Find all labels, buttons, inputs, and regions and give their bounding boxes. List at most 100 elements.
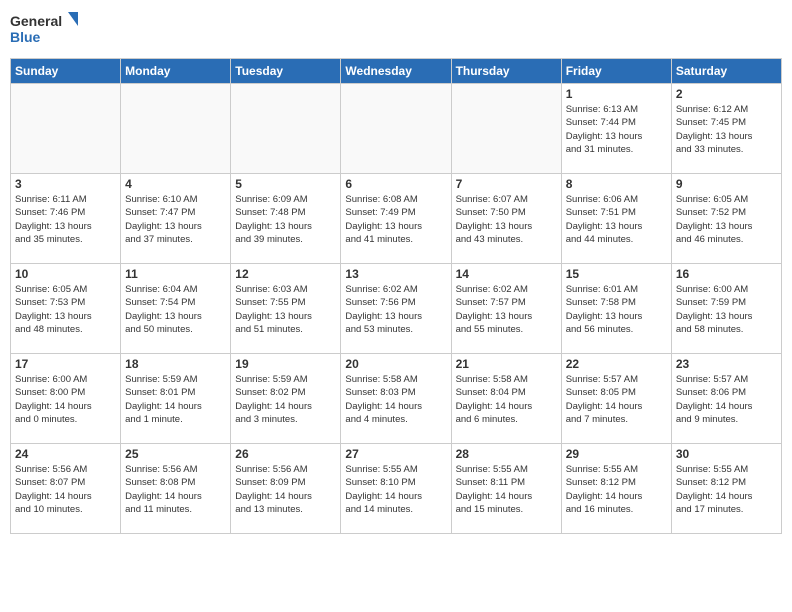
calendar-cell: 17 Sunrise: 6:00 AM Sunset: 8:00 PM Dayli… bbox=[11, 354, 121, 444]
calendar-cell: 6 Sunrise: 6:08 AM Sunset: 7:49 PM Daylig… bbox=[341, 174, 451, 264]
calendar-cell: 22 Sunrise: 5:57 AM Sunset: 8:05 PM Dayli… bbox=[561, 354, 671, 444]
day-number: 12 bbox=[235, 267, 336, 281]
day-number: 26 bbox=[235, 447, 336, 461]
day-number: 18 bbox=[125, 357, 226, 371]
day-info: Sunrise: 6:02 AM Sunset: 7:56 PM Dayligh… bbox=[345, 283, 446, 336]
day-info: Sunrise: 6:05 AM Sunset: 7:53 PM Dayligh… bbox=[15, 283, 116, 336]
day-info: Sunrise: 6:02 AM Sunset: 7:57 PM Dayligh… bbox=[456, 283, 557, 336]
day-info: Sunrise: 6:00 AM Sunset: 8:00 PM Dayligh… bbox=[15, 373, 116, 426]
day-number: 6 bbox=[345, 177, 446, 191]
calendar-cell: 16 Sunrise: 6:00 AM Sunset: 7:59 PM Dayli… bbox=[671, 264, 781, 354]
day-info: Sunrise: 5:56 AM Sunset: 8:08 PM Dayligh… bbox=[125, 463, 226, 516]
day-info: Sunrise: 5:56 AM Sunset: 8:09 PM Dayligh… bbox=[235, 463, 336, 516]
day-number: 1 bbox=[566, 87, 667, 101]
day-info: Sunrise: 6:00 AM Sunset: 7:59 PM Dayligh… bbox=[676, 283, 777, 336]
day-info: Sunrise: 6:10 AM Sunset: 7:47 PM Dayligh… bbox=[125, 193, 226, 246]
day-number: 17 bbox=[15, 357, 116, 371]
day-info: Sunrise: 5:58 AM Sunset: 8:04 PM Dayligh… bbox=[456, 373, 557, 426]
day-number: 24 bbox=[15, 447, 116, 461]
day-number: 5 bbox=[235, 177, 336, 191]
calendar-cell: 2 Sunrise: 6:12 AM Sunset: 7:45 PM Daylig… bbox=[671, 84, 781, 174]
calendar-cell bbox=[121, 84, 231, 174]
calendar-cell: 8 Sunrise: 6:06 AM Sunset: 7:51 PM Daylig… bbox=[561, 174, 671, 264]
day-info: Sunrise: 6:06 AM Sunset: 7:51 PM Dayligh… bbox=[566, 193, 667, 246]
day-number: 28 bbox=[456, 447, 557, 461]
calendar-cell: 23 Sunrise: 5:57 AM Sunset: 8:06 PM Dayli… bbox=[671, 354, 781, 444]
column-header-wednesday: Wednesday bbox=[341, 59, 451, 84]
calendar-cell bbox=[341, 84, 451, 174]
day-number: 22 bbox=[566, 357, 667, 371]
day-info: Sunrise: 5:57 AM Sunset: 8:06 PM Dayligh… bbox=[676, 373, 777, 426]
calendar-cell: 15 Sunrise: 6:01 AM Sunset: 7:58 PM Dayli… bbox=[561, 264, 671, 354]
calendar-cell: 25Sunrise: 5:56 AM Sunset: 8:08 PM Dayli… bbox=[121, 444, 231, 534]
calendar-cell: 5 Sunrise: 6:09 AM Sunset: 7:48 PM Daylig… bbox=[231, 174, 341, 264]
calendar-cell: 18 Sunrise: 5:59 AM Sunset: 8:01 PM Dayli… bbox=[121, 354, 231, 444]
day-number: 15 bbox=[566, 267, 667, 281]
day-number: 2 bbox=[676, 87, 777, 101]
calendar-cell: 29Sunrise: 5:55 AM Sunset: 8:12 PM Dayli… bbox=[561, 444, 671, 534]
day-info: Sunrise: 6:09 AM Sunset: 7:48 PM Dayligh… bbox=[235, 193, 336, 246]
day-number: 27 bbox=[345, 447, 446, 461]
day-info: Sunrise: 5:55 AM Sunset: 8:12 PM Dayligh… bbox=[566, 463, 667, 516]
day-number: 16 bbox=[676, 267, 777, 281]
page-header: GeneralBlue bbox=[10, 10, 782, 50]
calendar-cell: 30Sunrise: 5:55 AM Sunset: 8:12 PM Dayli… bbox=[671, 444, 781, 534]
calendar-week-row: 24 Sunrise: 5:56 AM Sunset: 8:07 PM Dayli… bbox=[11, 444, 782, 534]
day-info: Sunrise: 6:12 AM Sunset: 7:45 PM Dayligh… bbox=[676, 103, 777, 156]
calendar-cell: 11 Sunrise: 6:04 AM Sunset: 7:54 PM Dayli… bbox=[121, 264, 231, 354]
day-info: Sunrise: 5:59 AM Sunset: 8:01 PM Dayligh… bbox=[125, 373, 226, 426]
day-number: 4 bbox=[125, 177, 226, 191]
logo-svg: GeneralBlue bbox=[10, 10, 80, 50]
calendar-week-row: 10 Sunrise: 6:05 AM Sunset: 7:53 PM Dayli… bbox=[11, 264, 782, 354]
svg-text:Blue: Blue bbox=[10, 29, 41, 45]
day-info: Sunrise: 5:56 AM Sunset: 8:07 PM Dayligh… bbox=[15, 463, 116, 516]
column-header-friday: Friday bbox=[561, 59, 671, 84]
calendar-cell: 14 Sunrise: 6:02 AM Sunset: 7:57 PM Dayli… bbox=[451, 264, 561, 354]
column-header-thursday: Thursday bbox=[451, 59, 561, 84]
column-header-sunday: Sunday bbox=[11, 59, 121, 84]
calendar-cell: 9 Sunrise: 6:05 AM Sunset: 7:52 PM Daylig… bbox=[671, 174, 781, 264]
calendar-cell: 13Sunrise: 6:02 AM Sunset: 7:56 PM Dayli… bbox=[341, 264, 451, 354]
calendar-cell: 28Sunrise: 5:55 AM Sunset: 8:11 PM Dayli… bbox=[451, 444, 561, 534]
day-info: Sunrise: 5:55 AM Sunset: 8:12 PM Dayligh… bbox=[676, 463, 777, 516]
day-info: Sunrise: 6:01 AM Sunset: 7:58 PM Dayligh… bbox=[566, 283, 667, 336]
day-number: 7 bbox=[456, 177, 557, 191]
calendar-cell: 4 Sunrise: 6:10 AM Sunset: 7:47 PM Daylig… bbox=[121, 174, 231, 264]
day-number: 21 bbox=[456, 357, 557, 371]
calendar-table: SundayMondayTuesdayWednesdayThursdayFrid… bbox=[10, 58, 782, 534]
day-info: Sunrise: 6:13 AM Sunset: 7:44 PM Dayligh… bbox=[566, 103, 667, 156]
day-number: 10 bbox=[15, 267, 116, 281]
day-info: Sunrise: 6:08 AM Sunset: 7:49 PM Dayligh… bbox=[345, 193, 446, 246]
day-number: 3 bbox=[15, 177, 116, 191]
column-header-saturday: Saturday bbox=[671, 59, 781, 84]
calendar-cell: 26 Sunrise: 5:56 AM Sunset: 8:09 PM Dayli… bbox=[231, 444, 341, 534]
calendar-cell: 10 Sunrise: 6:05 AM Sunset: 7:53 PM Dayli… bbox=[11, 264, 121, 354]
day-number: 9 bbox=[676, 177, 777, 191]
day-number: 14 bbox=[456, 267, 557, 281]
day-info: Sunrise: 6:07 AM Sunset: 7:50 PM Dayligh… bbox=[456, 193, 557, 246]
calendar-cell bbox=[231, 84, 341, 174]
day-info: Sunrise: 5:58 AM Sunset: 8:03 PM Dayligh… bbox=[345, 373, 446, 426]
day-number: 8 bbox=[566, 177, 667, 191]
day-number: 20 bbox=[345, 357, 446, 371]
calendar-cell: 1 Sunrise: 6:13 AM Sunset: 7:44 PM Daylig… bbox=[561, 84, 671, 174]
day-info: Sunrise: 5:57 AM Sunset: 8:05 PM Dayligh… bbox=[566, 373, 667, 426]
day-info: Sunrise: 6:04 AM Sunset: 7:54 PM Dayligh… bbox=[125, 283, 226, 336]
day-number: 11 bbox=[125, 267, 226, 281]
calendar-cell: 24 Sunrise: 5:56 AM Sunset: 8:07 PM Dayli… bbox=[11, 444, 121, 534]
calendar-week-row: 1 Sunrise: 6:13 AM Sunset: 7:44 PM Daylig… bbox=[11, 84, 782, 174]
day-info: Sunrise: 6:11 AM Sunset: 7:46 PM Dayligh… bbox=[15, 193, 116, 246]
column-header-monday: Monday bbox=[121, 59, 231, 84]
calendar-cell: 12Sunrise: 6:03 AM Sunset: 7:55 PM Dayli… bbox=[231, 264, 341, 354]
calendar-cell: 7 Sunrise: 6:07 AM Sunset: 7:50 PM Daylig… bbox=[451, 174, 561, 264]
day-number: 23 bbox=[676, 357, 777, 371]
svg-text:General: General bbox=[10, 13, 62, 29]
column-header-tuesday: Tuesday bbox=[231, 59, 341, 84]
calendar-header-row: SundayMondayTuesdayWednesdayThursdayFrid… bbox=[11, 59, 782, 84]
calendar-cell bbox=[451, 84, 561, 174]
calendar-week-row: 17 Sunrise: 6:00 AM Sunset: 8:00 PM Dayli… bbox=[11, 354, 782, 444]
day-info: Sunrise: 5:59 AM Sunset: 8:02 PM Dayligh… bbox=[235, 373, 336, 426]
calendar-cell: 3 Sunrise: 6:11 AM Sunset: 7:46 PM Daylig… bbox=[11, 174, 121, 264]
calendar-cell bbox=[11, 84, 121, 174]
day-info: Sunrise: 6:05 AM Sunset: 7:52 PM Dayligh… bbox=[676, 193, 777, 246]
